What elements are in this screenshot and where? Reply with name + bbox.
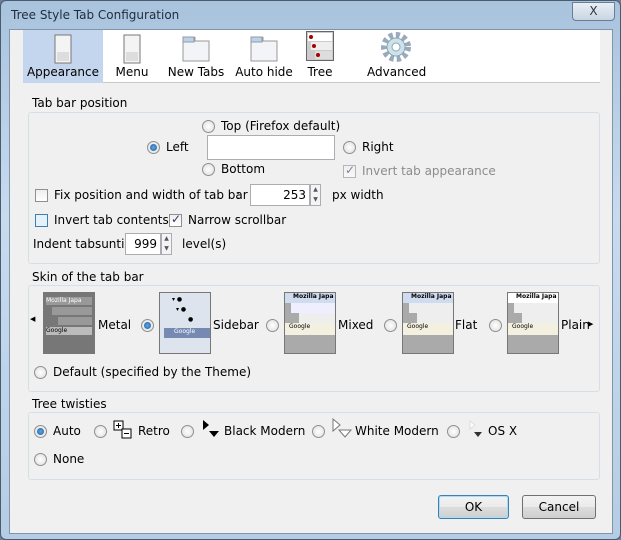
indent-input[interactable]: 999: [125, 233, 161, 255]
width-unit-label: px width: [332, 188, 384, 202]
pane-toolbar: Appearance Menu New Tabs Auto hide Tree …: [23, 30, 600, 83]
radio-top-label: Top (Firefox default): [221, 119, 341, 133]
invert-contents-checkbox[interactable]: [35, 214, 48, 227]
invert-contents-label: Invert tab contents: [54, 213, 169, 227]
twisty-none-label: None: [53, 452, 85, 466]
white-modern-twisty-icon: [332, 418, 353, 438]
tab-auto-hide[interactable]: Auto hide: [235, 30, 293, 83]
twisty-retro-label: Retro: [138, 424, 170, 438]
radio-right-label: Right: [362, 140, 394, 154]
scroll-right-arrow[interactable]: ▶: [588, 320, 593, 328]
tab-new-tabs[interactable]: New Tabs: [163, 30, 229, 83]
twisty-white-modern-label: White Modern: [355, 424, 439, 438]
radio-bottom[interactable]: [202, 163, 215, 176]
tab-menu[interactable]: Menu: [109, 30, 155, 83]
invert-appearance-checkbox[interactable]: [343, 163, 356, 178]
radio-skin-flat[interactable]: [384, 319, 397, 332]
indent-label: Indent tabsuntil: [33, 237, 128, 251]
scroll-left-arrow[interactable]: ◀: [30, 315, 35, 323]
tab-appearance[interactable]: Appearance: [23, 30, 103, 83]
skin-sidebar-label: Sidebar: [213, 318, 259, 332]
black-modern-twisty-icon: [203, 420, 219, 437]
radio-skin-mixed[interactable]: [266, 319, 279, 332]
folder-icon: [250, 36, 278, 62]
window-title: Tree Style Tab Configuration: [11, 8, 180, 22]
osx-twisty-icon: [469, 420, 482, 437]
dialog-window: Tree Style Tab Configuration X Appearanc…: [0, 0, 621, 540]
tab-tree[interactable]: Tree: [301, 30, 339, 83]
folder-icon: [182, 36, 210, 62]
skin-metal-label: Metal: [98, 318, 132, 332]
radio-twisty-osx[interactable]: [447, 425, 460, 438]
cancel-button[interactable]: Cancel: [522, 495, 596, 519]
skin-preview-plain: Mozilla Japa Google: [507, 292, 559, 354]
retro-twisty-icon: [113, 420, 132, 439]
radio-twisty-black-modern[interactable]: [181, 425, 194, 438]
indent-unit-label: level(s): [182, 237, 227, 251]
tab-bar-preview: [207, 135, 335, 160]
indent-spinner[interactable]: ▲ ▼: [161, 233, 172, 255]
radio-twisty-retro[interactable]: [94, 425, 107, 438]
width-input[interactable]: 253: [250, 184, 310, 206]
skin-default-label: Default (specified by the Theme): [53, 365, 252, 379]
radio-left-label: Left: [166, 140, 189, 154]
group-label-tab-bar-position: Tab bar position: [32, 96, 128, 110]
skin-preview-mixed: Mozilla Japa Google: [284, 292, 336, 354]
colon-label: :: [236, 188, 241, 202]
narrow-scrollbar-checkbox[interactable]: [169, 212, 182, 227]
dialog-content: Appearance Menu New Tabs Auto hide Tree …: [9, 29, 613, 534]
radio-bottom-label: Bottom: [221, 162, 266, 176]
radio-top[interactable]: [202, 120, 215, 133]
invert-appearance-label: Invert tab appearance: [362, 164, 496, 178]
radio-twisty-white-modern[interactable]: [312, 425, 325, 438]
tree-tabs-icon: [306, 31, 334, 61]
twisty-black-modern-label: Black Modern: [224, 424, 306, 438]
skin-flat-label: Flat: [455, 318, 478, 332]
twisty-auto-label: Auto: [53, 424, 81, 438]
tab-advanced[interactable]: Advanced: [367, 30, 426, 83]
radio-right[interactable]: [343, 141, 356, 154]
group-label-twisties: Tree twisties: [32, 397, 107, 411]
radio-twisty-auto[interactable]: [34, 425, 47, 438]
width-spinner[interactable]: ▲ ▼: [310, 184, 321, 206]
narrow-scrollbar-label: Narrow scrollbar: [188, 213, 287, 227]
gear-icon: [381, 32, 411, 62]
fix-position-label: Fix position and width of tab bar: [54, 188, 248, 202]
skin-mixed-label: Mixed: [338, 318, 374, 332]
fix-position-checkbox[interactable]: [35, 189, 48, 202]
close-button[interactable]: X: [572, 2, 615, 21]
group-label-skin: Skin of the tab bar: [32, 270, 144, 284]
skin-preview-metal: Mozilla Japa Google: [43, 292, 95, 354]
skin-preview-sidebar: ▾ ● ▾ ● ● Google: [159, 292, 211, 354]
skin-preview-flat: Mozilla Japa Google: [402, 292, 454, 354]
radio-skin-sidebar[interactable]: [141, 319, 154, 332]
radio-twisty-none[interactable]: [34, 453, 47, 466]
ok-button[interactable]: OK: [438, 495, 509, 519]
window-icon: [54, 34, 72, 64]
skin-plain-label: Plain: [561, 318, 590, 332]
radio-skin-plain[interactable]: [489, 319, 502, 332]
window-icon: [123, 34, 141, 64]
radio-left[interactable]: [147, 141, 160, 154]
twisty-osx-label: OS X: [488, 424, 518, 438]
radio-skin-default[interactable]: [34, 366, 47, 379]
